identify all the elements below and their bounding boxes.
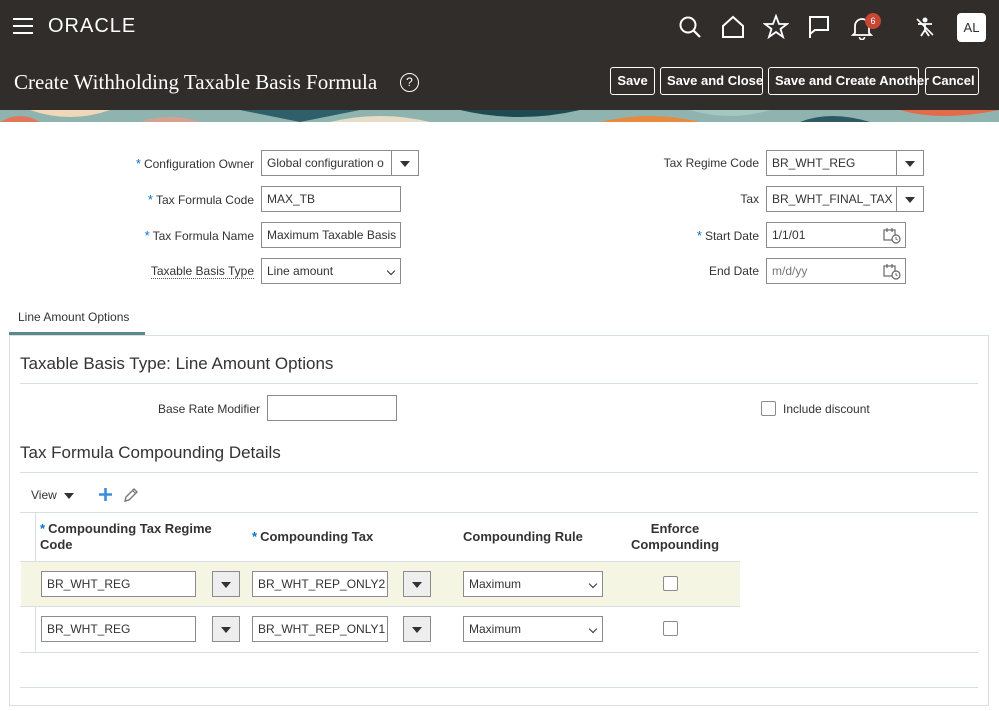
calendar-icon[interactable] bbox=[883, 263, 901, 280]
chevron-down-icon bbox=[588, 624, 598, 634]
tax-regime-code-input[interactable]: BR_WHT_REG bbox=[766, 150, 898, 176]
save-button[interactable]: Save bbox=[610, 67, 655, 95]
save-and-create-another-button[interactable]: Save and Create Another bbox=[768, 67, 929, 95]
row-compounding-tax-input[interactable]: BR_WHT_REP_ONLY2 bbox=[252, 571, 388, 597]
row-compounding-rule-select[interactable]: Maximum bbox=[463, 616, 603, 642]
flag-icon[interactable] bbox=[806, 14, 832, 40]
tax-dropdown-button[interactable] bbox=[896, 186, 924, 212]
start-date-input[interactable]: 1/1/01 bbox=[766, 222, 906, 248]
calendar-icon[interactable] bbox=[883, 227, 901, 244]
row-regime-code-dropdown-button[interactable] bbox=[212, 571, 240, 597]
chevron-down-icon bbox=[588, 579, 598, 589]
tax-regime-code-label: Tax Regime Code bbox=[663, 156, 759, 170]
column-header-enforce-compounding[interactable]: Enforce Compounding bbox=[625, 521, 725, 553]
row-compounding-tax-input[interactable]: BR_WHT_REP_ONLY1 bbox=[252, 616, 388, 642]
configuration-owner-dropdown-button[interactable] bbox=[391, 150, 419, 176]
end-date-input[interactable]: m/d/yy bbox=[766, 258, 906, 284]
accessibility-icon[interactable] bbox=[912, 14, 938, 40]
include-discount-checkbox[interactable] bbox=[761, 401, 776, 416]
row-regime-code-dropdown-button[interactable] bbox=[212, 616, 240, 642]
taxable-basis-type-select[interactable]: Line amount bbox=[261, 258, 401, 284]
row-compounding-tax-dropdown-button[interactable] bbox=[403, 571, 431, 597]
column-header-regime-code[interactable]: * Compounding Tax Regime Code bbox=[40, 521, 212, 553]
user-avatar[interactable]: AL bbox=[957, 13, 986, 42]
row-regime-code-input[interactable]: BR_WHT_REG bbox=[41, 571, 196, 597]
chevron-down-icon bbox=[64, 492, 75, 499]
taxable-basis-type-label: Taxable Basis Type bbox=[150, 264, 254, 279]
menu-icon[interactable] bbox=[13, 18, 33, 34]
row-enforce-compounding-checkbox[interactable] bbox=[663, 621, 678, 636]
configuration-owner-input[interactable]: Global configuration o bbox=[261, 150, 393, 176]
section-divider bbox=[20, 472, 978, 473]
row-regime-code-input[interactable]: BR_WHT_REG bbox=[41, 616, 196, 642]
add-icon[interactable] bbox=[98, 487, 113, 502]
compounding-details-title: Tax Formula Compounding Details bbox=[20, 443, 281, 462]
tab-line-amount-options[interactable]: Line Amount Options bbox=[9, 303, 145, 335]
tax-formula-code-input[interactable]: MAX_TB bbox=[261, 186, 401, 212]
include-discount-label: Include discount bbox=[783, 402, 870, 416]
home-icon[interactable] bbox=[720, 14, 746, 40]
oracle-logo: ORACLE bbox=[48, 15, 137, 37]
column-header-compounding-tax[interactable]: * Compounding Tax bbox=[252, 529, 373, 545]
scrollbar-track[interactable] bbox=[20, 687, 978, 688]
row-compounding-tax-dropdown-button[interactable] bbox=[403, 616, 431, 642]
tax-formula-name-input[interactable]: Maximum Taxable Basis bbox=[261, 222, 401, 248]
tax-label: Tax bbox=[740, 192, 759, 206]
column-header-compounding-rule[interactable]: Compounding Rule bbox=[463, 529, 583, 545]
line-amount-options-title: Taxable Basis Type: Line Amount Options bbox=[20, 354, 334, 373]
row-divider bbox=[20, 606, 740, 607]
page-title: Create Withholding Taxable Basis Formula bbox=[14, 70, 378, 94]
row-enforce-compounding-checkbox[interactable] bbox=[663, 576, 678, 591]
chevron-down-icon bbox=[386, 266, 396, 276]
tax-formula-code-label: * Tax Formula Code bbox=[147, 192, 254, 207]
configuration-owner-label: * Configuration Owner bbox=[135, 156, 254, 171]
section-divider bbox=[20, 383, 978, 384]
edit-icon[interactable] bbox=[123, 487, 139, 503]
search-icon[interactable] bbox=[677, 14, 703, 40]
help-icon[interactable]: ? bbox=[400, 73, 419, 92]
start-date-label: * Start Date bbox=[696, 228, 759, 243]
view-menu[interactable]: View bbox=[31, 488, 75, 502]
base-rate-modifier-input[interactable] bbox=[267, 395, 397, 421]
decorative-banner bbox=[0, 110, 999, 122]
row-compounding-rule-select[interactable]: Maximum bbox=[463, 571, 603, 597]
star-icon[interactable] bbox=[763, 14, 789, 40]
end-date-label: End Date bbox=[708, 264, 759, 278]
global-header: ORACLE 6 AL bbox=[0, 0, 999, 56]
table-bottom-border bbox=[20, 652, 978, 653]
save-and-close-button[interactable]: Save and Close bbox=[660, 67, 763, 95]
tax-input[interactable]: BR_WHT_FINAL_TAX bbox=[766, 186, 898, 212]
tax-regime-code-dropdown-button[interactable] bbox=[896, 150, 924, 176]
page-header: Create Withholding Taxable Basis Formula… bbox=[0, 56, 999, 110]
cancel-button[interactable]: Cancel bbox=[925, 67, 979, 95]
table-top-border bbox=[20, 512, 978, 513]
tax-formula-name-label: * Tax Formula Name bbox=[144, 228, 254, 243]
notification-badge: 6 bbox=[865, 13, 881, 29]
base-rate-modifier-label: Base Rate Modifier bbox=[157, 402, 260, 416]
